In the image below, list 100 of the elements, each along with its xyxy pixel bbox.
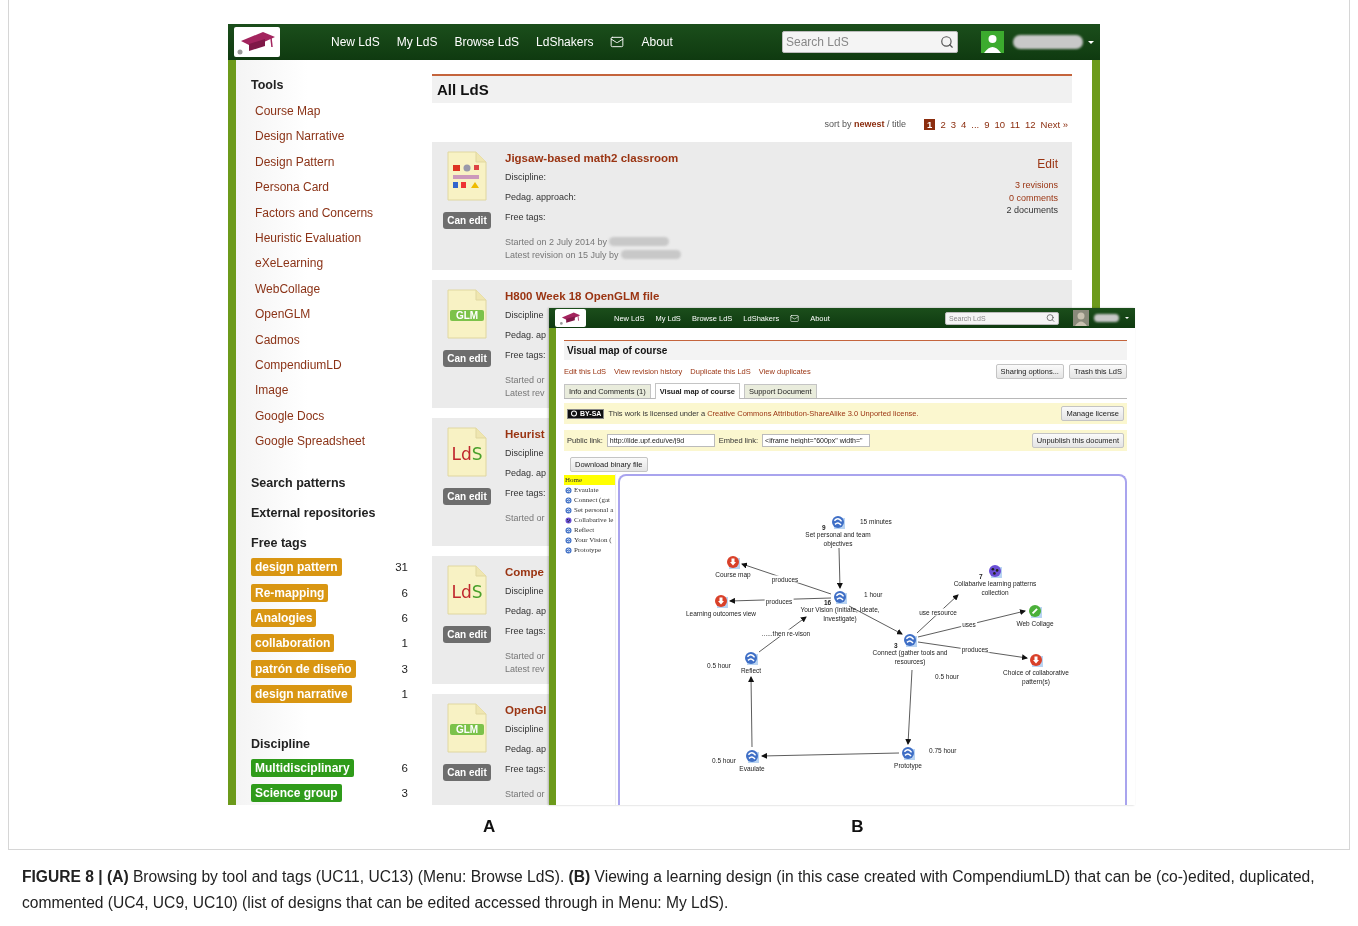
field-label: Pedag. ap [505,605,547,618]
field-label: Free tags: [505,625,546,638]
panel-label: B [851,817,864,837]
sort-options[interactable]: sort by newest / title [824,119,907,129]
tool-link[interactable]: Design Pattern [251,149,416,176]
can-edit-badge: Can edit [443,626,491,643]
globe-icon [565,526,572,534]
nav-link[interactable]: LdShakers [536,35,594,49]
globe-icon [565,536,572,544]
mail-icon[interactable] [790,313,800,323]
design-title-link[interactable]: Jigsaw-based math2 classroom [505,151,679,165]
nav-link[interactable]: Browse LdS [454,35,520,49]
tool-link[interactable]: CompendiumLD [251,352,416,379]
tag-count: 31 [395,561,408,574]
caret-icon[interactable] [1125,317,1129,319]
can-edit-badge: Can edit [443,764,491,781]
field-label: Free tags: [505,487,546,500]
mortarboard-logo[interactable] [555,309,586,327]
caret-icon[interactable] [1088,40,1094,44]
tool-link[interactable]: WebCollage [251,276,416,303]
mortarboard-logo[interactable] [234,27,280,57]
can-edit-badge: Can edit [443,212,491,229]
design-title-link[interactable]: OpenGl [505,703,547,717]
edit-link[interactable]: Edit [1037,157,1058,171]
page-link[interactable]: 10 [994,118,1006,130]
tool-link[interactable]: Persona Card [251,175,416,201]
page-link[interactable]: 1 [924,118,936,130]
nav-link[interactable]: About [641,35,673,49]
page-link[interactable]: Next » [1040,118,1068,130]
tool-link[interactable]: Course Map [251,99,416,125]
page-link[interactable]: 12 [1024,118,1036,130]
search-icon[interactable] [940,35,954,49]
field-label: Free tags: [505,211,546,224]
section-heading: Free tags [251,535,308,553]
tag-count: 6 [401,761,408,774]
byline-text: Started or [505,788,545,799]
tool-link[interactable]: Factors and Concerns [251,200,416,226]
field-label: Pedag. approach: [505,191,577,204]
design-title-link[interactable]: Heurist [505,427,545,441]
user-avatar-icon[interactable] [981,31,1004,53]
page-link[interactable]: 4 [961,118,967,130]
tool-link[interactable]: OpenGLM [251,302,416,328]
stat-link[interactable]: 3 revisions [1014,179,1058,192]
field-label: Pedag. ap [505,329,547,342]
panel-label: A [483,817,496,837]
tool-link[interactable]: Google Docs [251,403,416,430]
molecule-icon [565,516,572,524]
page-link[interactable]: 3 [950,118,956,130]
globe-icon[interactable] [900,745,916,761]
globe-icon[interactable] [743,650,759,666]
byline-text: Latest revision on 15 July by [505,249,619,260]
figure-caption: FIGURE 8 | (A) Browsing by tool and tags (UC11, UC13) (Menu: Browse LdS). (B) Viewing a learning design (in this case created with CompendiumLD) that can be (co-)edited, duplicated, commented (UC4, UC9, UC10) (list of designs that can be edited accessed through in Menu: My LdS). [22,867,1316,913]
page-link[interactable]: ... [971,118,980,130]
globe-icon [565,546,572,554]
tool-link[interactable]: Design Narrative [251,124,416,150]
field-label: Discipline [505,447,544,460]
tool-link[interactable]: Image [251,378,416,404]
wrench-icon[interactable] [1027,603,1043,619]
byline-text: Started or [505,650,545,661]
globe-icon[interactable] [832,589,848,605]
tool-link[interactable]: Google Spreadsheet [251,429,416,455]
design-title-link[interactable]: H800 Week 18 OpenGLM file [505,289,660,303]
document-file-icon: GLM [447,703,487,753]
tool-link[interactable]: Cadmos [251,327,416,353]
tool-link[interactable]: Heuristic Evaluation [251,225,416,252]
byline-text: Started on 2 July 2014 by [505,236,608,247]
document-file-icon [447,151,487,201]
tag-count: 6 [401,586,408,599]
globe-icon[interactable] [744,748,760,764]
molecule-icon[interactable] [987,563,1003,579]
byline-text: Latest rev [505,663,545,674]
section-heading[interactable]: Search patterns [251,474,416,493]
tag-count: 3 [401,786,408,799]
redacted-name [1094,314,1119,322]
globe-icon [565,496,572,504]
page-link[interactable]: 9 [984,118,990,130]
tag-link[interactable]: Science group [251,783,342,802]
can-edit-badge: Can edit [443,350,491,367]
search-icon[interactable] [1046,313,1055,323]
design-title-link[interactable]: Compe [505,565,544,579]
page-link[interactable]: 11 [1010,118,1020,130]
byline-text: Started or [505,512,545,523]
field-label: Discipline [505,309,544,322]
page-title: All LdS [432,74,1072,103]
tag-count: 1 [401,637,408,650]
field-label: Free tags: [505,763,546,776]
globe-icon[interactable] [830,514,846,530]
globe-icon [565,506,572,514]
mail-icon[interactable] [610,35,625,49]
nav-link[interactable]: My LdS [396,35,438,49]
tag-link[interactable]: Multidisciplinary [251,758,354,777]
tool-link[interactable]: eXeLearning [251,251,416,277]
stat-text: 2 documents [1006,204,1058,217]
field-label: Discipline: [505,171,546,184]
search-field[interactable]: Search LdS [782,31,958,53]
nav-link[interactable]: New LdS [331,35,380,49]
globe-icon[interactable] [902,632,918,648]
page-link[interactable]: 2 [940,118,946,130]
stat-link[interactable]: 0 comments [1008,191,1058,204]
section-heading[interactable]: External repositories [251,504,416,523]
